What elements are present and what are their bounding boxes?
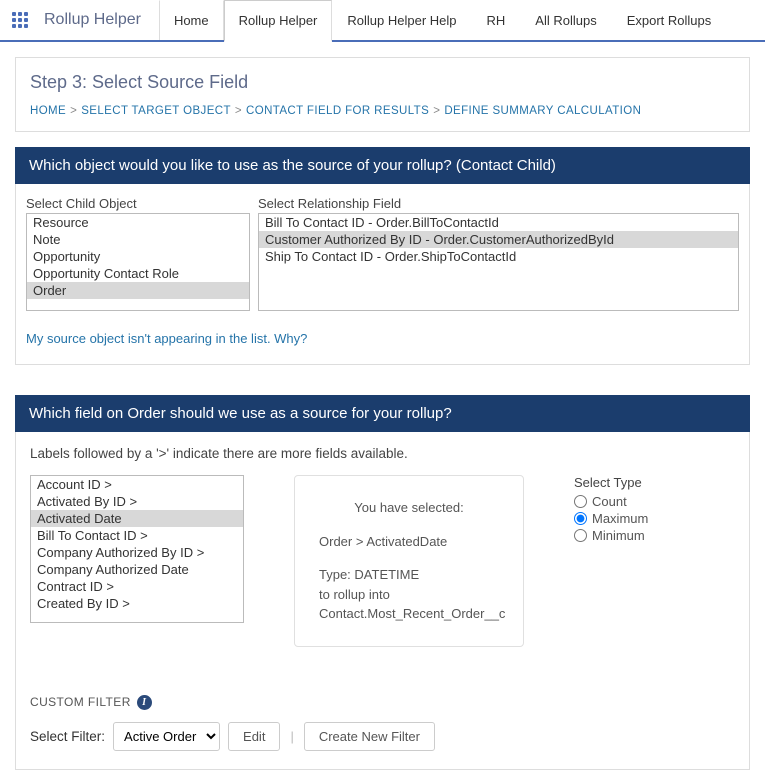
select-filter-label: Select Filter: bbox=[30, 729, 105, 744]
type-option-maximum[interactable]: Maximum bbox=[574, 511, 648, 526]
tab-export-rollups[interactable]: Export Rollups bbox=[612, 0, 727, 40]
page-header: Step 3: Select Source Field HOME>SELECT … bbox=[15, 57, 750, 132]
selection-type-block: Type: DATETIME to rollup into Contact.Mo… bbox=[319, 565, 499, 624]
selection-path: Order > ActivatedDate bbox=[319, 532, 499, 552]
breadcrumb-item[interactable]: HOME bbox=[30, 105, 66, 117]
app-launcher-icon[interactable] bbox=[0, 0, 40, 40]
top-nav: Rollup Helper HomeRollup HelperRollup He… bbox=[0, 0, 765, 42]
type-option-minimum[interactable]: Minimum bbox=[574, 528, 648, 543]
edit-filter-button[interactable]: Edit bbox=[228, 722, 280, 751]
tab-rollup-helper[interactable]: Rollup Helper bbox=[224, 0, 333, 42]
create-filter-button[interactable]: Create New Filter bbox=[304, 722, 435, 751]
type-option-count[interactable]: Count bbox=[574, 494, 648, 509]
breadcrumb-item[interactable]: SELECT TARGET OBJECT bbox=[81, 105, 231, 117]
tab-rollup-helper-help[interactable]: Rollup Helper Help bbox=[332, 0, 471, 40]
app-title: Rollup Helper bbox=[40, 0, 159, 40]
list-item[interactable]: Opportunity Contact Role bbox=[27, 265, 249, 282]
tab-home[interactable]: Home bbox=[159, 0, 224, 40]
source-field-panel: Labels followed by a '>' indicate there … bbox=[15, 432, 750, 770]
section-source-field-heading: Which field on Order should we use as a … bbox=[15, 395, 750, 432]
tab-all-rollups[interactable]: All Rollups bbox=[520, 0, 611, 40]
list-item[interactable]: Bill To Contact ID > bbox=[31, 527, 243, 544]
list-item[interactable]: Order bbox=[27, 282, 249, 299]
list-item[interactable]: Activated Date bbox=[31, 510, 243, 527]
list-item[interactable]: Created By ID > bbox=[31, 595, 243, 612]
breadcrumb-item[interactable]: CONTACT FIELD FOR RESULTS bbox=[246, 105, 429, 117]
info-icon[interactable]: i bbox=[137, 695, 152, 710]
custom-filter-section: CUSTOM FILTER i Select Filter: Active Or… bbox=[26, 695, 739, 751]
list-item[interactable]: Company Authorized By ID > bbox=[31, 544, 243, 561]
list-item[interactable]: Activated By ID > bbox=[31, 493, 243, 510]
source-field-list[interactable]: Account ID >Activated By ID >Activated D… bbox=[30, 475, 244, 623]
breadcrumb: HOME>SELECT TARGET OBJECT>CONTACT FIELD … bbox=[30, 105, 735, 117]
select-type-label: Select Type bbox=[574, 475, 648, 490]
selection-intro: You have selected: bbox=[319, 498, 499, 518]
select-type-group: Select Type Count Maximum Minimum bbox=[574, 475, 648, 545]
source-help-link[interactable]: My source object isn't appearing in the … bbox=[26, 331, 739, 346]
fields-hint: Labels followed by a '>' indicate there … bbox=[30, 446, 735, 461]
source-object-panel: Select Child Object ResourceNoteOpportun… bbox=[15, 184, 750, 365]
breadcrumb-item[interactable]: DEFINE SUMMARY CALCULATION bbox=[444, 105, 641, 117]
selection-summary: You have selected: Order > ActivatedDate… bbox=[294, 475, 524, 647]
relationship-field-label: Select Relationship Field bbox=[258, 196, 739, 211]
list-item[interactable]: Contract ID > bbox=[31, 578, 243, 595]
custom-filter-title: CUSTOM FILTER bbox=[30, 695, 131, 709]
list-item[interactable]: Note bbox=[27, 231, 249, 248]
list-item[interactable]: Company Authorized Date bbox=[31, 561, 243, 578]
page-title: Step 3: Select Source Field bbox=[30, 72, 735, 93]
list-item[interactable]: Bill To Contact ID - Order.BillToContact… bbox=[259, 214, 738, 231]
list-item[interactable]: Ship To Contact ID - Order.ShipToContact… bbox=[259, 248, 738, 265]
list-item[interactable]: Account ID > bbox=[31, 476, 243, 493]
relationship-field-list[interactable]: Bill To Contact ID - Order.BillToContact… bbox=[258, 213, 739, 311]
filter-select[interactable]: Active Order bbox=[113, 722, 220, 751]
list-item[interactable]: Opportunity bbox=[27, 248, 249, 265]
child-object-label: Select Child Object bbox=[26, 196, 250, 211]
divider: | bbox=[288, 729, 295, 744]
section-source-object-heading: Which object would you like to use as th… bbox=[15, 147, 750, 184]
tab-rh[interactable]: RH bbox=[472, 0, 521, 40]
list-item[interactable]: Resource bbox=[27, 214, 249, 231]
child-object-list[interactable]: ResourceNoteOpportunityOpportunity Conta… bbox=[26, 213, 250, 311]
nav-tabs: HomeRollup HelperRollup Helper HelpRHAll… bbox=[159, 0, 726, 40]
list-item[interactable]: Customer Authorized By ID - Order.Custom… bbox=[259, 231, 738, 248]
